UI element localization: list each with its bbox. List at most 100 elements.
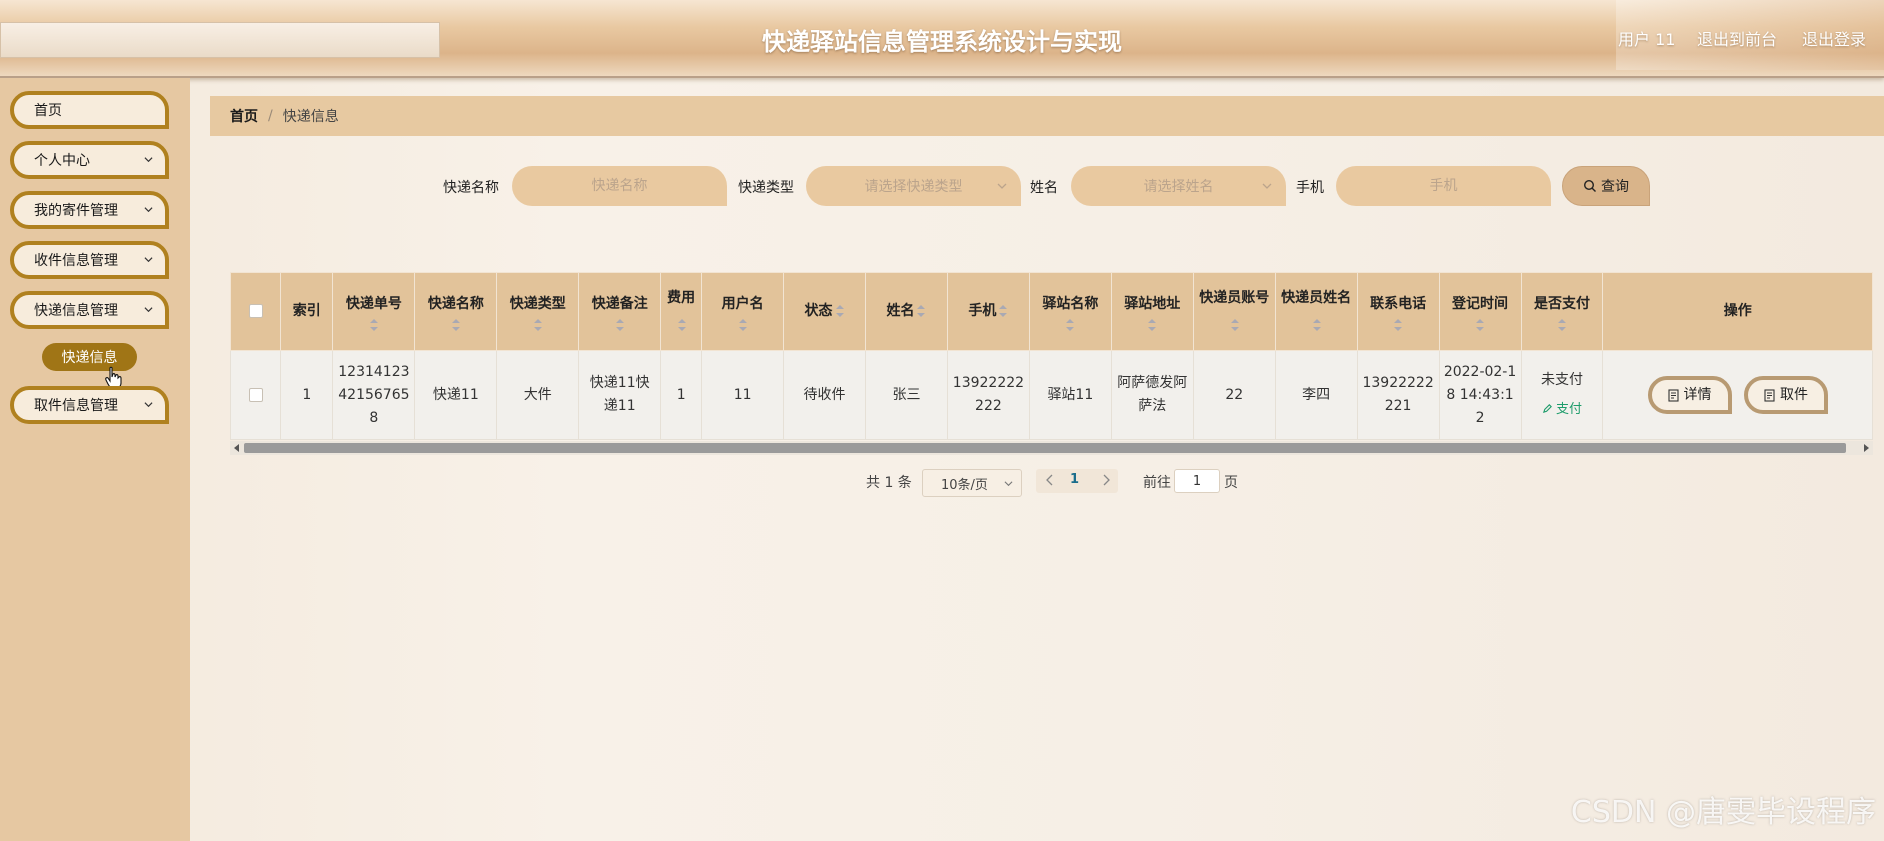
sidebar-item-label: 我的寄件管理: [34, 203, 118, 219]
sort-icon[interactable]: [835, 304, 845, 318]
person-name-label: 姓名: [1030, 180, 1058, 196]
back-to-front-link[interactable]: 退出到前台: [1697, 26, 1777, 50]
sort-icon[interactable]: [1147, 318, 1157, 332]
column-header[interactable]: 驿站地址: [1110, 272, 1194, 351]
sidebar-item-home[interactable]: 首页: [10, 91, 169, 129]
sort-icon[interactable]: [1230, 318, 1240, 332]
next-page-icon[interactable]: [1100, 473, 1112, 487]
column-header[interactable]: 是否支付: [1520, 272, 1604, 351]
cell-station: 驿站11: [1028, 350, 1112, 440]
cell-name: 快递11: [414, 350, 498, 440]
sort-icon[interactable]: [998, 304, 1008, 318]
sidebar-item-my-send[interactable]: 我的寄件管理: [10, 191, 169, 229]
express-type-label: 快递类型: [738, 180, 794, 196]
goto-page-input[interactable]: [1174, 469, 1220, 493]
scroll-left-arrow[interactable]: [234, 444, 239, 452]
column-header-label: 联系电话: [1370, 296, 1427, 312]
chevron-down-icon: [144, 157, 153, 163]
search-button-label: 查询: [1601, 179, 1629, 195]
column-header[interactable]: 登记时间: [1438, 272, 1522, 351]
phone-input[interactable]: [1336, 166, 1551, 206]
column-header[interactable]: 手机: [946, 272, 1030, 351]
table-header-row: 索引 快递单号 快递名称 快递类型 快递备注 费用 用户名 状态 姓名 手机 驿…: [229, 272, 1873, 351]
express-name-label: 快递名称: [443, 180, 499, 196]
column-header[interactable]: 联系电话: [1356, 272, 1440, 351]
pay-link-label: 支付: [1555, 402, 1582, 417]
chevron-down-icon: [144, 257, 153, 263]
pickup-button[interactable]: 取件: [1743, 376, 1828, 414]
sort-icon[interactable]: [451, 318, 461, 332]
express-type-select[interactable]: 请选择快递类型: [806, 166, 1021, 206]
column-header-label: 费用: [667, 289, 696, 306]
column-header[interactable]: 快递单号: [332, 272, 416, 351]
sidebar-item-pickup-info[interactable]: 取件信息管理: [10, 386, 169, 424]
column-header[interactable]: 驿站名称: [1028, 272, 1112, 351]
search-icon: [1583, 179, 1596, 192]
column-header[interactable]: 快递类型: [496, 272, 580, 351]
person-name-placeholder: 请选择姓名: [1143, 179, 1214, 195]
sidebar-item-label: 首页: [34, 103, 62, 119]
horizontal-scrollbar[interactable]: [230, 441, 1873, 455]
sort-icon[interactable]: [1065, 318, 1075, 332]
detail-button[interactable]: 详情: [1647, 376, 1732, 414]
sort-icon[interactable]: [916, 304, 926, 318]
column-header[interactable]: 快递备注: [578, 272, 662, 351]
column-header[interactable]: 姓名: [865, 272, 948, 351]
column-header-label: 快递备注: [591, 296, 648, 312]
app-title: 快递驿站信息管理系统设计与实现: [762, 28, 1122, 56]
column-header[interactable]: 快递名称: [414, 272, 498, 351]
column-header-label: 快递类型: [509, 296, 566, 312]
column-header-label: 索引: [292, 303, 321, 319]
sort-icon[interactable]: [533, 318, 543, 332]
prev-page-icon[interactable]: [1044, 473, 1056, 487]
sort-icon[interactable]: [1557, 318, 1567, 332]
select-all-checkbox[interactable]: [248, 304, 263, 318]
pagination-total: 共 1 条: [866, 475, 912, 491]
person-name-select[interactable]: 请选择姓名: [1071, 166, 1286, 206]
sidebar-item-receive-info[interactable]: 收件信息管理: [10, 241, 169, 279]
top-header: 快递驿站信息管理系统设计与实现 用户 11 退出到前台 退出登录: [0, 0, 1884, 78]
pickup-button-label: 取件: [1779, 386, 1808, 403]
page-number-current[interactable]: 1: [1070, 472, 1079, 487]
column-header-label: 快递员账号: [1199, 289, 1270, 306]
sidebar-subitem-express-info[interactable]: 快递信息: [42, 343, 137, 371]
page-size-select[interactable]: 10条/页: [922, 469, 1022, 497]
page-size-value: 10条/页: [941, 477, 988, 493]
express-name-input[interactable]: [512, 166, 727, 206]
column-header-label: 驿站地址: [1124, 296, 1181, 312]
column-header-label: 登记时间: [1452, 296, 1509, 312]
pay-link[interactable]: 支付: [1526, 398, 1599, 421]
select-all-cell: [229, 272, 282, 351]
user-name[interactable]: 用户 11: [1618, 26, 1675, 50]
sort-icon[interactable]: [369, 318, 379, 332]
scrollbar-thumb[interactable]: [244, 443, 1846, 453]
row-select-cell: [229, 350, 282, 440]
logout-link[interactable]: 退出登录: [1802, 26, 1866, 50]
chevron-down-icon: [144, 402, 153, 408]
column-header[interactable]: 用户名: [701, 272, 785, 351]
sort-icon[interactable]: [738, 318, 748, 332]
sort-icon[interactable]: [1475, 318, 1485, 332]
sort-icon[interactable]: [1312, 318, 1322, 332]
chevron-down-icon: [997, 183, 1007, 189]
sort-icon[interactable]: [1393, 318, 1403, 332]
row-checkbox[interactable]: [248, 387, 263, 402]
chevron-down-icon: [1004, 481, 1013, 487]
column-header[interactable]: 费用: [660, 272, 703, 351]
cell-actions: 详情 取件: [1602, 350, 1873, 440]
column-header[interactable]: 状态: [783, 272, 867, 351]
cell-phone: 13922222222: [946, 350, 1030, 440]
express-type-placeholder: 请选择快递类型: [864, 179, 963, 195]
column-header[interactable]: 快递员姓名: [1274, 272, 1358, 351]
breadcrumb-home[interactable]: 首页: [230, 106, 258, 126]
cell-index: 1: [280, 350, 334, 440]
scroll-right-arrow[interactable]: [1864, 444, 1869, 452]
sidebar-item-personal-center[interactable]: 个人中心: [10, 141, 169, 179]
sidebar-item-express-info[interactable]: 快递信息管理: [10, 291, 169, 329]
column-header[interactable]: 快递员账号: [1192, 272, 1276, 351]
goto-label: 前往: [1143, 475, 1171, 491]
cell-tracking: 12314123421567658: [332, 350, 416, 440]
sort-icon[interactable]: [677, 318, 687, 332]
sort-icon[interactable]: [615, 318, 625, 332]
search-button[interactable]: 查询: [1562, 166, 1650, 206]
